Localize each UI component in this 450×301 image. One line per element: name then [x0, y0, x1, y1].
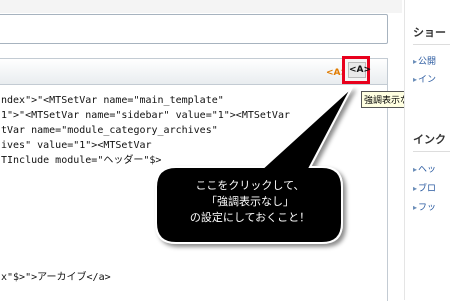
sidebar-link-label: フッ — [418, 203, 437, 213]
sidebar: ショー ▸公開 ▸イン インク ▸ヘッ ▸ブロ ▸フッ — [404, 0, 450, 300]
callout-line: 「強調表示なし」 — [206, 195, 294, 208]
sidebar-link[interactable]: ▸フッ — [413, 200, 436, 213]
template-editor-pane: <A> <A> ndex">"<MTSetVar name="main_temp… — [0, 0, 402, 301]
emphasis-off-button[interactable]: <A> — [348, 62, 371, 78]
callout-line: の設定にしておくこと！ — [189, 211, 311, 224]
code-line: TInclude module="ヘッダー"$> — [1, 155, 162, 166]
code-line: x"$>">アーカイブ</a> — [1, 272, 111, 283]
arrow-icon: ▸ — [413, 184, 418, 193]
arrow-icon: ▸ — [413, 203, 418, 212]
sidebar-heading-2: インク — [413, 133, 446, 146]
sidebar-divider — [413, 151, 450, 152]
sidebar-link-label: 公開 — [418, 57, 437, 67]
code-line: tVar name="module_category_archives" — [1, 125, 218, 136]
sidebar-link[interactable]: ▸ブロ — [413, 181, 436, 194]
callout-text: ここをクリックして、 「強調表示なし」 の設定にしておくこと！ — [167, 178, 333, 226]
sidebar-link[interactable]: ▸イン — [413, 72, 436, 85]
sidebar-divider — [413, 44, 450, 45]
code-line: ndex">"<MTSetVar name="main_template" — [1, 95, 224, 106]
callout-line: ここをクリックして、 — [195, 179, 305, 192]
arrow-icon: ▸ — [413, 57, 418, 66]
code-line: 1">"<MTSetVar name="sidebar" value="1"><… — [1, 110, 290, 121]
arrow-icon: ▸ — [413, 75, 418, 84]
sidebar-link-label: ヘッ — [418, 165, 437, 175]
template-name-field[interactable] — [0, 14, 388, 44]
sidebar-link-label: イン — [418, 75, 437, 85]
code-line: ives" value="1"><MTSetVar — [1, 140, 152, 151]
sidebar-heading-1: ショー — [413, 26, 446, 39]
sidebar-link[interactable]: ▸ヘッ — [413, 162, 436, 175]
top-strip — [0, 0, 402, 13]
sidebar-link[interactable]: ▸公開 — [413, 54, 436, 67]
sidebar-link-label: ブロ — [418, 184, 437, 194]
arrow-icon: ▸ — [413, 165, 418, 174]
